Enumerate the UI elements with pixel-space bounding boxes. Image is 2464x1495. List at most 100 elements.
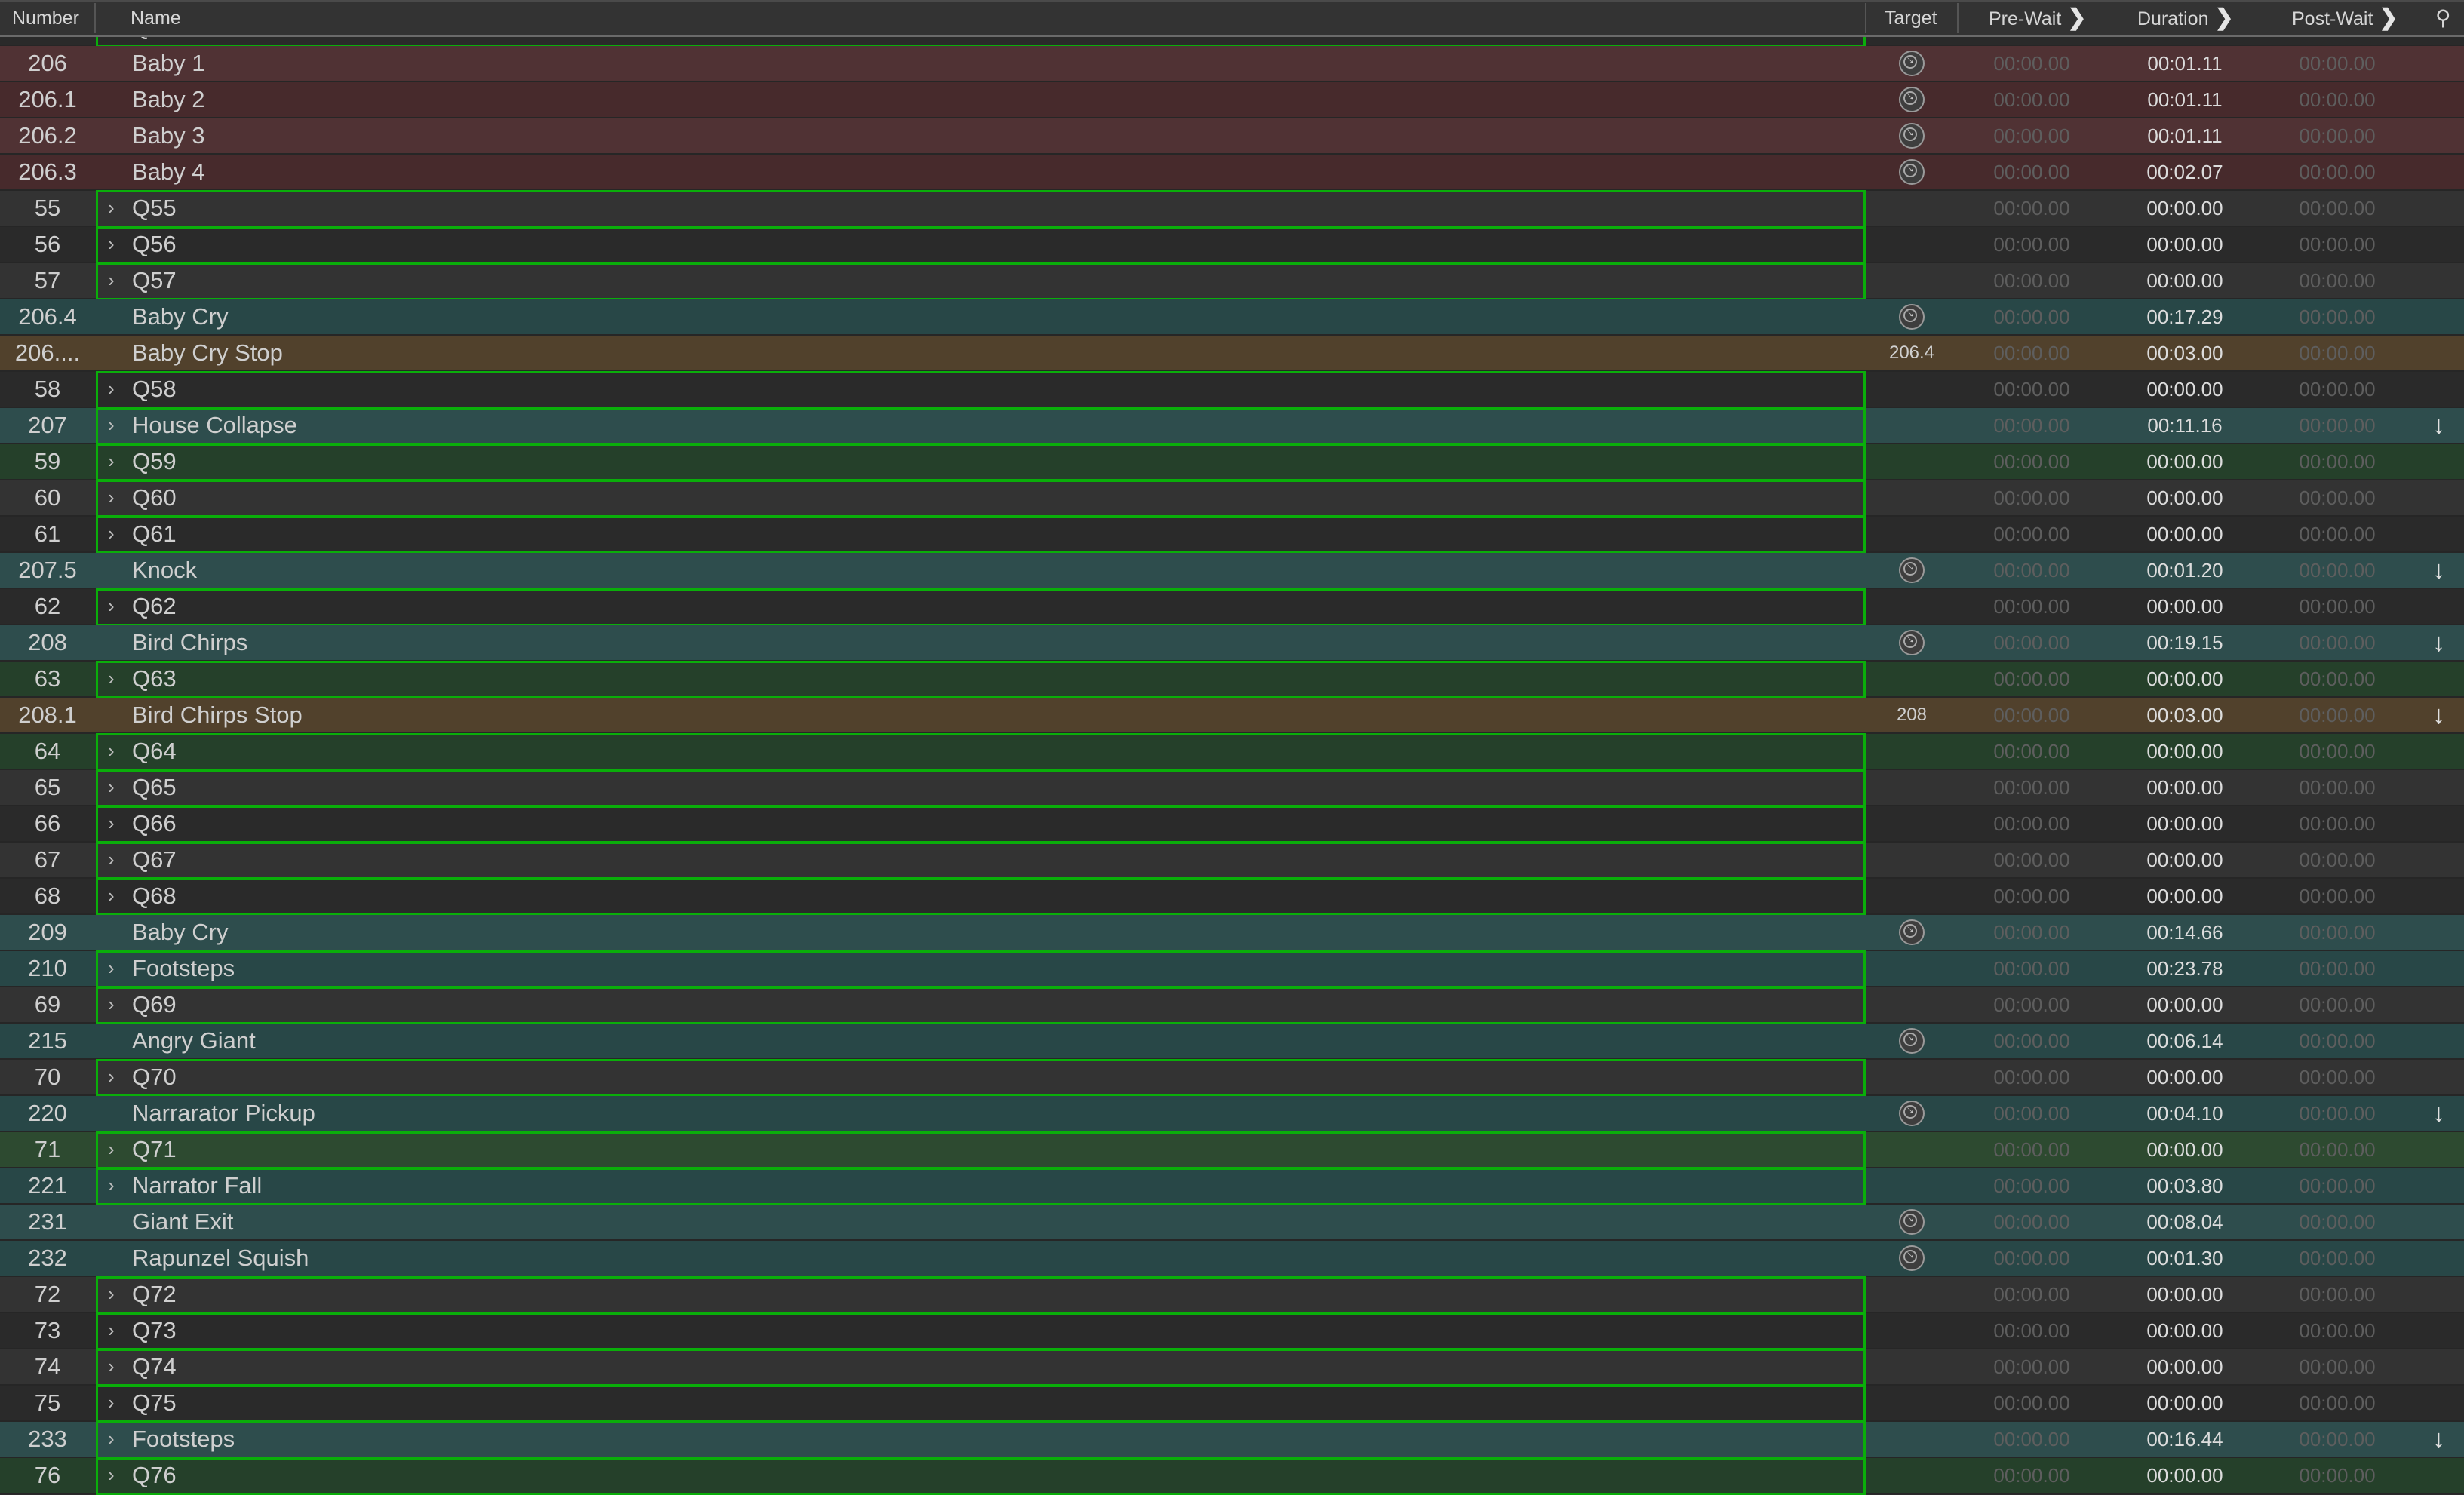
- cue-row[interactable]: 69 › Q69 00:00.00 00:00.00 00:00.00: [0, 987, 2464, 1024]
- target-audio-file-icon[interactable]: ↓: [1899, 159, 1925, 185]
- cue-row[interactable]: 207.5 Knock ↓ 00:00.00 00:01.20 00:00.00 ↓: [0, 553, 2464, 589]
- cue-row[interactable]: 231 Giant Exit ↓ 00:00.00 00:08.04 00:00.00: [0, 1205, 2464, 1241]
- chevron-right-icon[interactable]: ›: [108, 589, 115, 622]
- chevron-right-icon[interactable]: ❯: [2215, 5, 2234, 30]
- cue-row[interactable]: 76 › Q76 00:00.00 00:00.00 00:00.00: [0, 1457, 2464, 1495]
- cue-row[interactable]: 68 › Q68 00:00.00 00:00.00 00:00.00: [0, 878, 2464, 916]
- target-audio-file-icon[interactable]: ↓: [1899, 304, 1925, 330]
- cue-row[interactable]: 64 › Q64 00:00.00 00:00.00 00:00.00: [0, 733, 2464, 771]
- cue-row[interactable]: 206.3 Baby 4 ↓ 00:00.00 00:02.07 00:00.00: [0, 155, 2464, 191]
- chevron-right-icon[interactable]: ›: [108, 227, 115, 260]
- column-header-pre-wait[interactable]: Pre-Wait ❯: [1989, 2, 2086, 35]
- target-audio-file-icon[interactable]: ↓: [1899, 630, 1925, 655]
- cue-row[interactable]: 55 › Q55 00:00.00 00:00.00 00:00.00: [0, 190, 2464, 228]
- chevron-right-icon[interactable]: ›: [108, 444, 115, 477]
- cue-row[interactable]: 208.1 Bird Chirps Stop 208 00:00.00 00:03.00…: [0, 698, 2464, 734]
- auto-continue-arrow-icon[interactable]: ↓: [2432, 1422, 2445, 1457]
- cue-row[interactable]: 57 › Q57 00:00.00 00:00.00 00:00.00: [0, 262, 2464, 300]
- chevron-right-icon[interactable]: ❯: [2379, 5, 2398, 30]
- chevron-right-icon[interactable]: ›: [108, 1060, 115, 1093]
- cue-row[interactable]: 206.... Baby Cry Stop 206.4 00:00.00 00:03.0…: [0, 336, 2464, 372]
- target-audio-file-icon[interactable]: ↓: [1899, 1209, 1925, 1235]
- cue-row[interactable]: 233 › Footsteps 00:00.00 00:16.44 00:00.00 ↓: [0, 1421, 2464, 1459]
- cue-row[interactable]: 65 › Q65 00:00.00 00:00.00 00:00.00: [0, 769, 2464, 807]
- cue-row[interactable]: 207 › House Collapse 00:00.00 00:11.16 00:00.…: [0, 407, 2464, 445]
- pre-wait-value: 00:00.00: [1993, 1355, 2070, 1378]
- cue-row[interactable]: 70 › Q70 00:00.00 00:00.00 00:00.00: [0, 1059, 2464, 1097]
- cue-row[interactable]: 63 › Q63 00:00.00 00:00.00 00:00.00: [0, 661, 2464, 698]
- column-header-name[interactable]: Name: [131, 2, 181, 35]
- cue-row[interactable]: 61 › Q61 00:00.00 00:00.00 00:00.00: [0, 516, 2464, 554]
- cue-row[interactable]: 72 › Q72 00:00.00 00:00.00 00:00.00: [0, 1276, 2464, 1314]
- cue-row[interactable]: 206.4 Baby Cry ↓ 00:00.00 00:17.29 00:00.00: [0, 299, 2464, 336]
- cue-row[interactable]: 66 › Q66 00:00.00 00:00.00 00:00.00: [0, 806, 2464, 843]
- target-audio-file-icon[interactable]: ↓: [1899, 123, 1925, 149]
- chevron-right-icon[interactable]: ›: [108, 843, 115, 876]
- cue-row[interactable]: 56 › Q56 00:00.00 00:00.00 00:00.00: [0, 226, 2464, 264]
- chevron-right-icon[interactable]: ›: [108, 480, 115, 514]
- cue-row[interactable]: 206 Baby 1 ↓ 00:00.00 00:01.11 00:00.00: [0, 46, 2464, 82]
- column-divider[interactable]: [1957, 3, 1959, 33]
- cue-row[interactable]: 62 › Q62 00:00.00 00:00.00 00:00.00: [0, 588, 2464, 626]
- chevron-right-icon[interactable]: ›: [108, 879, 115, 912]
- column-header-number[interactable]: Number: [12, 2, 79, 35]
- cue-row[interactable]: 220 Narrarator Pickup ↓ 00:00.00 00:04.10 00:…: [0, 1096, 2464, 1132]
- chevron-right-icon[interactable]: ›: [108, 517, 115, 550]
- chevron-right-icon[interactable]: ›: [108, 372, 115, 405]
- auto-continue-arrow-icon[interactable]: ↓: [2432, 1096, 2445, 1131]
- chevron-right-icon[interactable]: ›: [108, 191, 115, 224]
- chevron-right-icon[interactable]: ›: [108, 1458, 115, 1491]
- cue-row[interactable]: 208 Bird Chirps ↓ 00:00.00 00:19.15 00:00.00 ↓: [0, 625, 2464, 662]
- target-audio-file-icon[interactable]: ↓: [1899, 557, 1925, 583]
- target-audio-file-icon[interactable]: ↓: [1899, 1028, 1925, 1054]
- column-header-duration[interactable]: Duration ❯: [2137, 2, 2234, 35]
- cue-row[interactable]: 215 Angry Giant ↓ 00:00.00 00:06.14 00:00.00: [0, 1024, 2464, 1060]
- auto-continue-arrow-icon[interactable]: ↓: [2432, 625, 2445, 660]
- column-divider[interactable]: [94, 3, 96, 33]
- chevron-right-icon[interactable]: ›: [108, 408, 115, 441]
- cue-row[interactable]: 60 › Q60 00:00.00 00:00.00 00:00.00: [0, 480, 2464, 517]
- cue-row[interactable]: 221 › Narrator Fall 00:00.00 00:03.80 00:00.0…: [0, 1168, 2464, 1205]
- chevron-right-icon[interactable]: ›: [108, 770, 115, 803]
- cue-row[interactable]: 59 › Q59 00:00.00 00:00.00 00:00.00: [0, 444, 2464, 481]
- auto-continue-arrow-icon[interactable]: ↓: [2432, 553, 2445, 588]
- cue-row[interactable]: 209 Baby Cry ↓ 00:00.00 00:14.66 00:00.00: [0, 915, 2464, 951]
- auto-continue-arrow-icon[interactable]: ↓: [2432, 698, 2445, 732]
- cue-row[interactable]: 67 › Q67 00:00.00 00:00.00 00:00.00: [0, 842, 2464, 880]
- auto-continue-arrow-icon[interactable]: ↓: [2432, 408, 2445, 443]
- chevron-right-icon[interactable]: ❯: [2067, 5, 2086, 30]
- post-wait-value: 00:00.00: [2299, 1355, 2376, 1378]
- column-divider[interactable]: [1865, 3, 1866, 33]
- anchor-down-icon[interactable]: ⚲: [2435, 2, 2451, 35]
- cue-row[interactable]: 210 › Footsteps 00:00.00 00:23.78 00:00.00: [0, 950, 2464, 988]
- chevron-right-icon[interactable]: ›: [108, 662, 115, 695]
- cue-row[interactable]: 206.1 Baby 2 ↓ 00:00.00 00:01.11 00:00.00: [0, 82, 2464, 118]
- pre-wait-label: Pre-Wait: [1989, 8, 2062, 29]
- cue-row[interactable]: 232 Rapunzel Squish ↓ 00:00.00 00:01.30 00:00…: [0, 1241, 2464, 1277]
- column-header-post-wait[interactable]: Post-Wait ❯: [2292, 2, 2398, 35]
- chevron-right-icon[interactable]: ›: [108, 951, 115, 984]
- chevron-right-icon[interactable]: ›: [108, 1277, 115, 1310]
- cue-row[interactable]: 206.2 Baby 3 ↓ 00:00.00 00:01.11 00:00.00: [0, 118, 2464, 155]
- chevron-right-icon[interactable]: ›: [108, 1386, 115, 1419]
- column-header-target[interactable]: Target: [1885, 2, 1937, 35]
- chevron-right-icon[interactable]: ›: [108, 263, 115, 296]
- cue-row[interactable]: 74 › Q74 00:00.00 00:00.00 00:00.00: [0, 1349, 2464, 1386]
- chevron-right-icon[interactable]: ›: [108, 1132, 115, 1165]
- cue-row[interactable]: 58 › Q58 00:00.00 00:00.00 00:00.00: [0, 371, 2464, 409]
- target-audio-file-icon[interactable]: ↓: [1899, 87, 1925, 112]
- cue-row[interactable]: 73 › Q73 00:00.00 00:00.00 00:00.00: [0, 1312, 2464, 1350]
- target-audio-file-icon[interactable]: ↓: [1899, 1101, 1925, 1126]
- target-audio-file-icon[interactable]: ↓: [1899, 1245, 1925, 1271]
- chevron-right-icon[interactable]: ›: [108, 1349, 115, 1383]
- target-audio-file-icon[interactable]: ↓: [1899, 51, 1925, 76]
- chevron-right-icon[interactable]: ›: [108, 1313, 115, 1346]
- cue-row[interactable]: 71 › Q71 00:00.00 00:00.00 00:00.00: [0, 1131, 2464, 1169]
- chevron-right-icon[interactable]: ›: [108, 1168, 115, 1202]
- chevron-right-icon[interactable]: ›: [108, 987, 115, 1021]
- target-audio-file-icon[interactable]: ↓: [1899, 919, 1925, 945]
- cue-row[interactable]: 75 › Q75 00:00.00 00:00.00 00:00.00: [0, 1385, 2464, 1423]
- chevron-right-icon[interactable]: ›: [108, 734, 115, 767]
- chevron-right-icon[interactable]: ›: [108, 1422, 115, 1455]
- chevron-right-icon[interactable]: ›: [108, 806, 115, 840]
